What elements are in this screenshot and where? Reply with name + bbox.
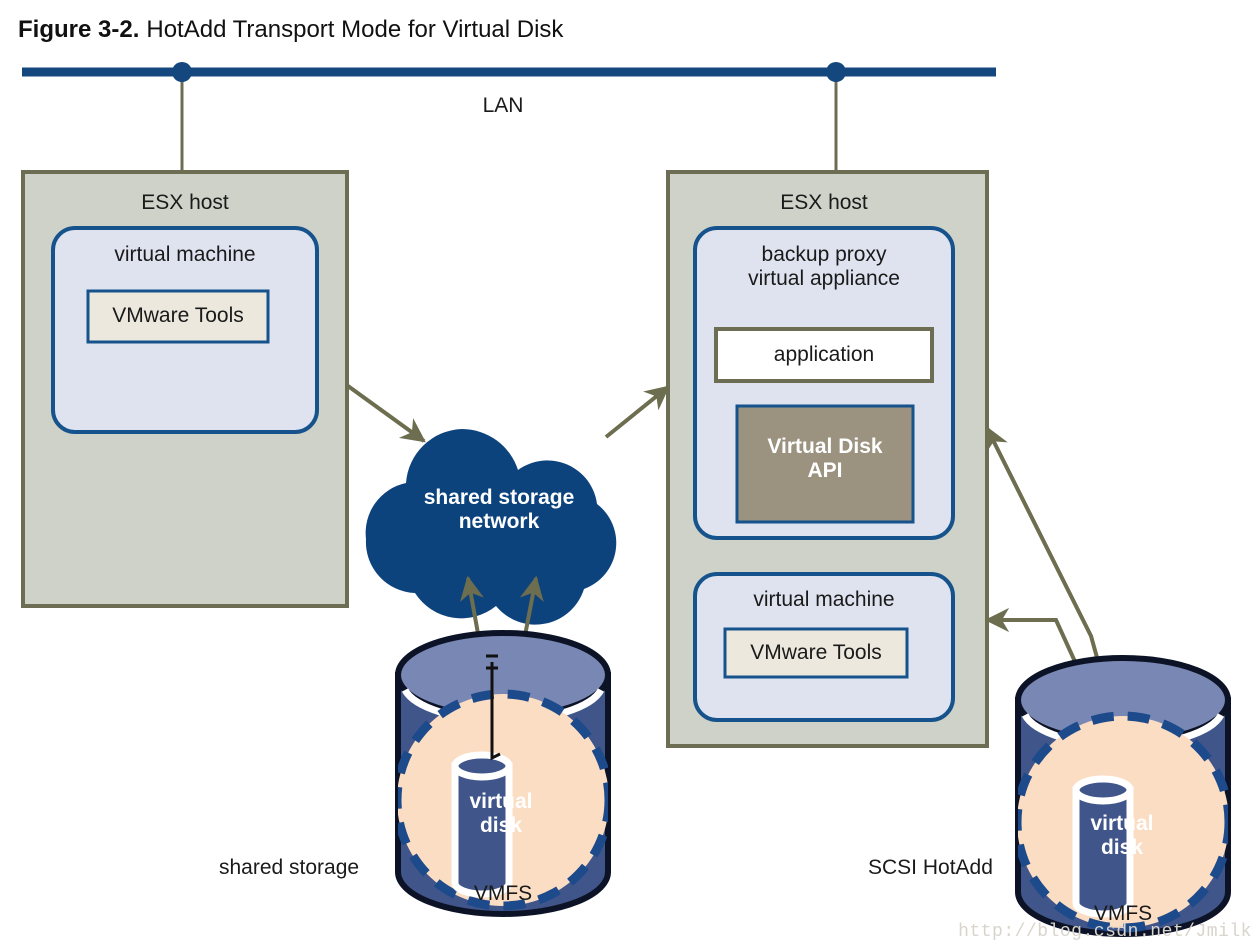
vmware-tools-right-box[interactable] <box>723 627 909 679</box>
shared-storage-cylinder[interactable] <box>395 630 611 917</box>
shared-storage-network-cloud[interactable] <box>365 429 617 625</box>
virtual-disk-right-body <box>1072 786 1134 918</box>
lan-node-left-icon <box>172 62 192 82</box>
arrow-cloud-to-host-right <box>604 385 670 439</box>
esx-host-left-group[interactable] <box>21 170 349 608</box>
diagram-graphics <box>21 62 1231 937</box>
virtual-disk-left-body <box>451 762 513 898</box>
vmware-tools-left-box[interactable] <box>86 289 270 344</box>
application-box[interactable] <box>714 327 934 383</box>
figure-canvas: Figure 3-2. HotAdd Transport Mode for Vir… <box>0 0 1260 948</box>
esx-host-right-group[interactable] <box>666 170 989 748</box>
scsi-hotadd-cylinder[interactable] <box>1015 655 1231 937</box>
virtual-disk-api-box[interactable] <box>735 404 915 524</box>
arrow-host-left-to-cloud <box>346 384 426 443</box>
virtual-disk-left-top <box>451 751 513 781</box>
lan-node-right-icon <box>826 62 846 82</box>
lan-network <box>22 62 996 172</box>
watermark-text: http://blog.csdn.net/Jmilk <box>958 922 1252 942</box>
virtual-disk-right-top <box>1072 775 1134 805</box>
